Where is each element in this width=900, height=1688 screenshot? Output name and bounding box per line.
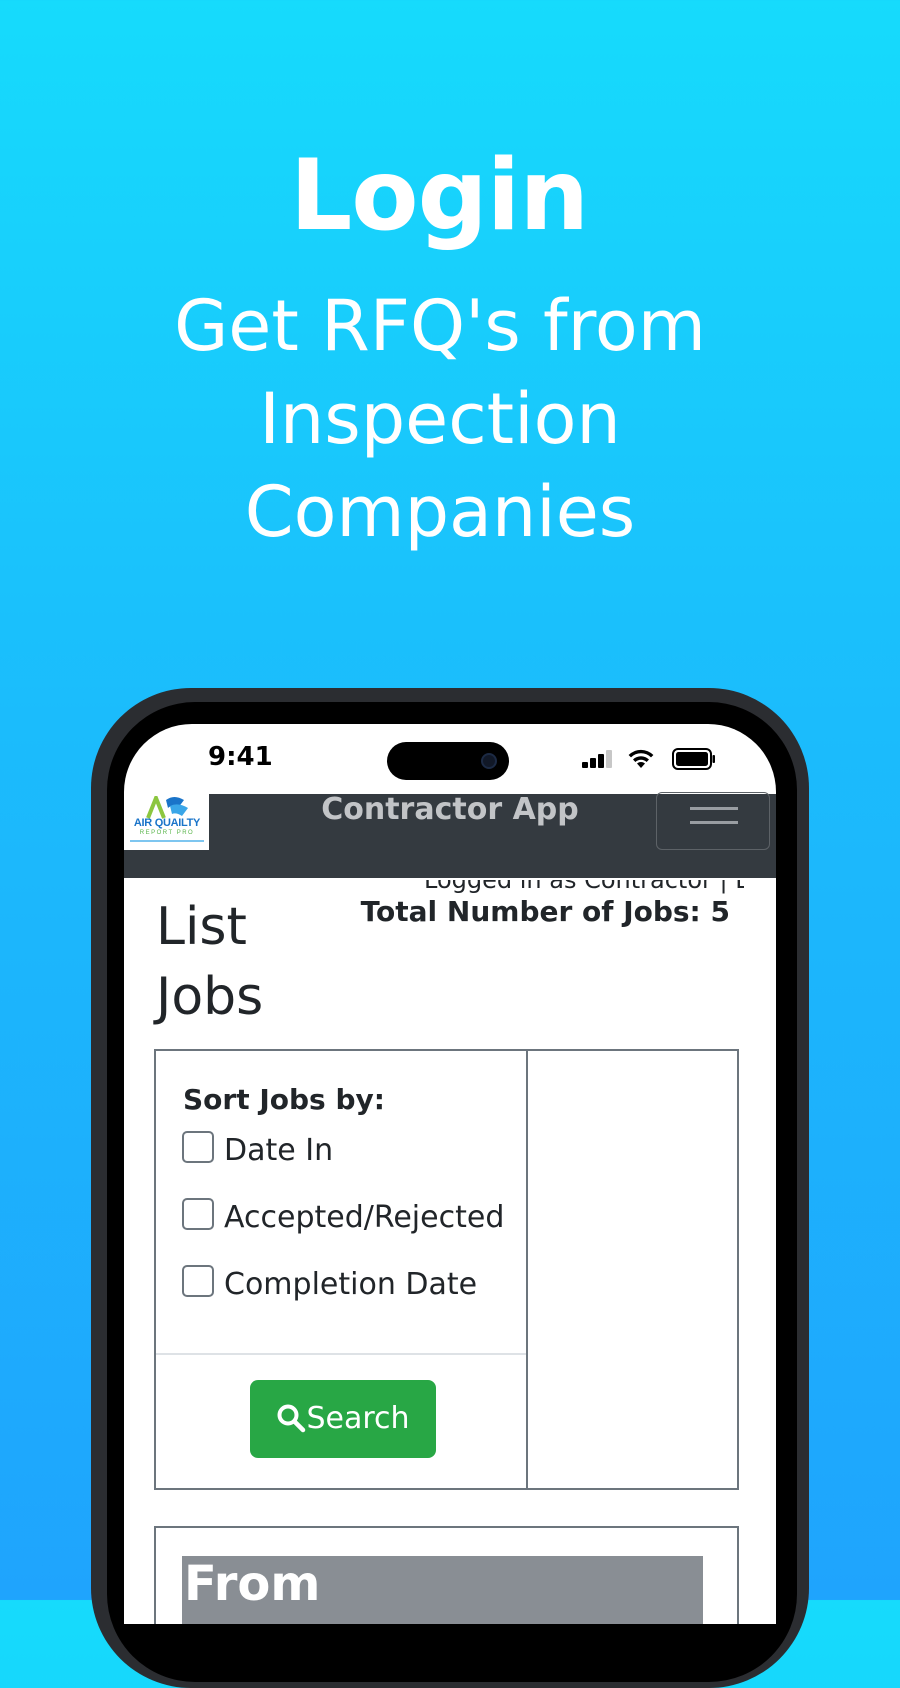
navbar-toggle-button[interactable] <box>656 792 770 850</box>
jobs-table-header: From <box>182 1556 703 1624</box>
column-header-from: From <box>184 1556 321 1612</box>
total-jobs-count: Total Number of Jobs: 5 <box>360 895 730 928</box>
date-in-checkbox[interactable] <box>182 1131 214 1163</box>
hero-subtitle: Get RFQ's from Inspection Companies <box>174 285 706 553</box>
phone-screen: 9:41 AIR QUAILTY REPORT PRO Contractor A… <box>124 724 776 1624</box>
status-bar: 9:41 <box>124 724 776 794</box>
logo-tagline: REPORT PRO <box>139 830 195 836</box>
app-header: AIR QUAILTY REPORT PRO Contractor App <box>124 792 776 878</box>
completion-date-label[interactable]: Completion Date <box>224 1265 477 1305</box>
sort-jobs-card: Sort Jobs by: Date In Accepted/Rejected … <box>154 1049 739 1490</box>
app-title: Contractor App <box>321 792 579 827</box>
jobs-table-card: From <box>154 1526 739 1624</box>
sort-heading: Sort Jobs by: <box>183 1083 385 1116</box>
search-button[interactable]: Search <box>250 1380 436 1458</box>
battery-icon <box>672 748 715 770</box>
page-title: List Jobs <box>156 897 264 1027</box>
app-logo[interactable]: AIR QUAILTY REPORT PRO <box>124 794 209 850</box>
sort-options-panel: Sort Jobs by: Date In Accepted/Rejected … <box>156 1051 528 1488</box>
sort-divider <box>156 1353 526 1355</box>
dynamic-island <box>387 742 509 780</box>
search-icon <box>277 1404 306 1433</box>
hero-title: Login <box>289 139 589 253</box>
logo-name: AIR QUAILTY <box>133 817 201 829</box>
status-time: 9:41 <box>208 742 273 772</box>
completion-date-checkbox[interactable] <box>182 1265 214 1297</box>
wifi-icon <box>628 749 654 768</box>
cellular-signal-icon <box>582 750 614 768</box>
front-camera-icon <box>481 753 497 769</box>
sort-option-accepted-rejected[interactable]: Accepted/Rejected <box>182 1198 522 1238</box>
sort-option-date-in[interactable]: Date In <box>182 1131 522 1171</box>
accepted-rejected-label[interactable]: Accepted/Rejected <box>224 1198 504 1238</box>
hamburger-icon <box>690 807 738 810</box>
date-in-label[interactable]: Date In <box>224 1131 333 1171</box>
sort-option-completion-date[interactable]: Completion Date <box>182 1265 522 1305</box>
accepted-rejected-checkbox[interactable] <box>182 1198 214 1230</box>
logo-underline <box>130 840 204 842</box>
search-button-label: Search <box>306 1401 410 1436</box>
